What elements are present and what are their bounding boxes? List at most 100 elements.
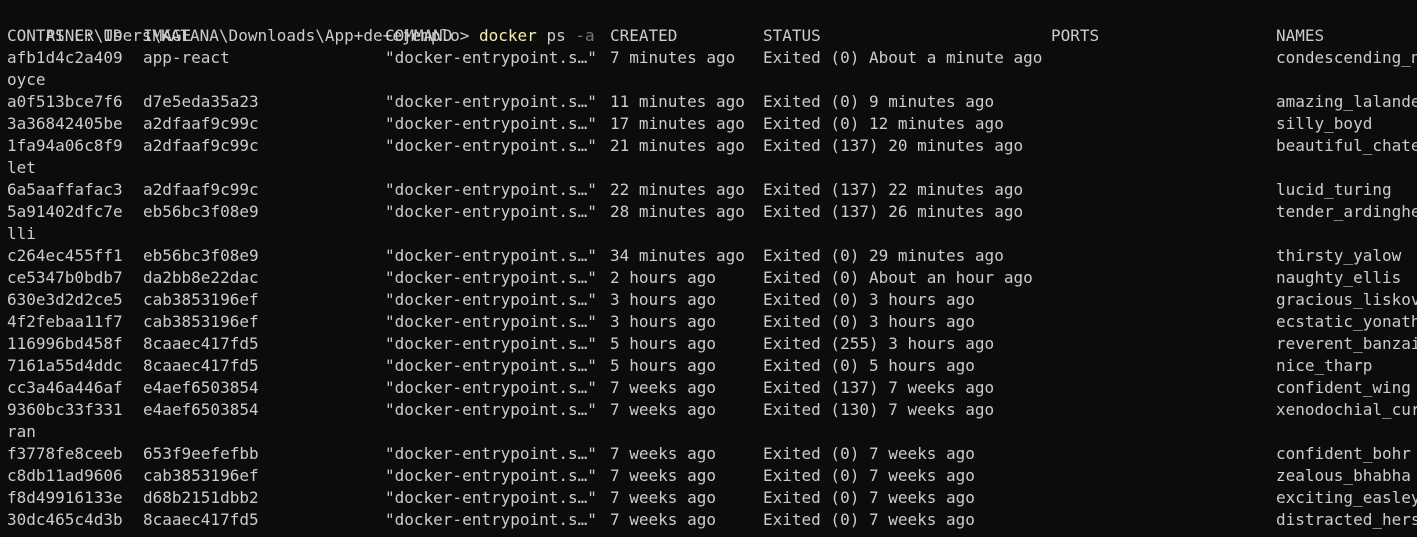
table-row: ce5347b0bdb7 da2bb8e22dac "docker-entrypoi… — [0, 267, 1417, 289]
created: 11 minutes ago — [610, 92, 745, 111]
created: 22 minutes ago — [610, 180, 745, 199]
command: "docker-entrypoint.s…" — [385, 114, 597, 133]
header-created: CREATED — [610, 26, 678, 45]
created: 7 weeks ago — [610, 444, 716, 463]
table-row: 6a5aaffafac3 a2dfaaf9c99c "docker-entrypoi… — [0, 179, 1417, 201]
image: 8caaec417fd5 — [143, 356, 259, 375]
status: Exited (137) 26 minutes ago — [763, 202, 1024, 221]
command: "docker-entrypoint.s…" — [385, 466, 597, 485]
created: 3 hours ago — [610, 312, 716, 331]
image: cab3853196ef — [143, 290, 259, 309]
table-row: 116996bd458f 8caaec417fd5 "docker-entrypoi… — [0, 333, 1417, 355]
container-name: naughty_ellis — [1276, 268, 1402, 287]
command: "docker-entrypoint.s…" — [385, 246, 597, 265]
container-name: confident_wing — [1276, 378, 1411, 397]
status: Exited (0) 9 minutes ago — [763, 92, 995, 111]
terminal-window[interactable]: PS C:\Users\KATANA\Downloads\App+de+ejem… — [0, 0, 1417, 537]
status: Exited (0) 3 hours ago — [763, 312, 975, 331]
image: a2dfaaf9c99c — [143, 114, 259, 133]
container-name: exciting_easley — [1276, 488, 1417, 507]
container-name: silly_boyd — [1276, 114, 1373, 133]
created: 2 hours ago — [610, 268, 716, 287]
container-name: lucid_turing — [1276, 180, 1392, 199]
status: Exited (0) 7 weeks ago — [763, 488, 975, 507]
container-id: 9360bc33f331 — [7, 400, 123, 419]
table-row: a0f513bce7f6 d7e5eda35a23 "docker-entrypoi… — [0, 91, 1417, 113]
table-row: 3a36842405be a2dfaaf9c99c "docker-entrypoi… — [0, 113, 1417, 135]
command: "docker-entrypoint.s…" — [385, 400, 597, 419]
container-id: a0f513bce7f6 — [7, 92, 123, 111]
container-name: thirsty_yalow — [1276, 246, 1402, 265]
table-row: 9360bc33f331 e4aef6503854 "docker-entrypoi… — [0, 399, 1417, 421]
created: 7 weeks ago — [610, 488, 716, 507]
container-id: 630e3d2d2ce5 — [7, 290, 123, 309]
table-row: 630e3d2d2ce5 cab3853196ef "docker-entrypoi… — [0, 289, 1417, 311]
image: a2dfaaf9c99c — [143, 136, 259, 155]
image: a2dfaaf9c99c — [143, 180, 259, 199]
status: Exited (0) About an hour ago — [763, 268, 1033, 287]
container-id: f8d49916133e — [7, 488, 123, 507]
image: d7e5eda35a23 — [143, 92, 259, 111]
container-name: condescending_n — [1276, 48, 1417, 67]
created: 34 minutes ago — [610, 246, 745, 265]
status: Exited (0) 7 weeks ago — [763, 466, 975, 485]
container-name: tender_ardinghe — [1276, 202, 1417, 221]
status: Exited (0) 12 minutes ago — [763, 114, 1004, 133]
container-id: 30dc465c4d3b — [7, 510, 123, 529]
table-row: 30dc465c4d3b 8caaec417fd5 "docker-entrypoi… — [0, 509, 1417, 531]
container-id: 4f2febaa11f7 — [7, 312, 123, 331]
command: "docker-entrypoint.s…" — [385, 488, 597, 507]
image: da2bb8e22dac — [143, 268, 259, 287]
name-wrap-continuation: ran — [7, 422, 36, 441]
container-id: 6a5aaffafac3 — [7, 180, 123, 199]
header-status: STATUS — [763, 26, 821, 45]
created: 7 weeks ago — [610, 400, 716, 419]
image: d68b2151dbb2 — [143, 488, 259, 507]
container-id: 116996bd458f — [7, 334, 123, 353]
container-name: zealous_bhabha — [1276, 466, 1411, 485]
table-row: f3778fe8ceeb 653f9eefefbb "docker-entrypoi… — [0, 443, 1417, 465]
name-wrap-continuation: oyce — [7, 70, 46, 89]
container-name: reverent_banzai — [1276, 334, 1417, 353]
table-row: 5a91402dfc7e eb56bc3f08e9 "docker-entrypoi… — [0, 201, 1417, 223]
container-id: 1fa94a06c8f9 — [7, 136, 123, 155]
container-id: afb1d4c2a409 — [7, 48, 123, 67]
table-row: cc3a46a446af e4aef6503854 "docker-entrypoi… — [0, 377, 1417, 399]
image: 8caaec417fd5 — [143, 510, 259, 529]
container-name: distracted_hers — [1276, 510, 1417, 529]
container-name: gracious_liskov — [1276, 290, 1417, 309]
image: eb56bc3f08e9 — [143, 202, 259, 221]
command: "docker-entrypoint.s…" — [385, 378, 597, 397]
header-ports: PORTS — [1051, 26, 1100, 45]
created: 28 minutes ago — [610, 202, 745, 221]
status: Exited (0) 7 weeks ago — [763, 444, 975, 463]
image: 653f9eefefbb — [143, 444, 259, 463]
created: 7 weeks ago — [610, 378, 716, 397]
table-row: 7161a55d4ddc 8caaec417fd5 "docker-entrypoi… — [0, 355, 1417, 377]
container-id: 7161a55d4ddc — [7, 356, 123, 375]
container-id: c8db11ad9606 — [7, 466, 123, 485]
container-name: nice_tharp — [1276, 356, 1373, 375]
status: Exited (0) 5 hours ago — [763, 356, 975, 375]
container-id: ce5347b0bdb7 — [7, 268, 123, 287]
status: Exited (137) 20 minutes ago — [763, 136, 1024, 155]
header-container-id: CONTAINER ID — [7, 26, 123, 45]
name-wrap-continuation: lli — [7, 224, 36, 243]
created: 7 minutes ago — [610, 48, 736, 67]
image: app-react — [143, 48, 230, 67]
status: Exited (137) 7 weeks ago — [763, 378, 995, 397]
command: "docker-entrypoint.s…" — [385, 334, 597, 353]
container-id: cc3a46a446af — [7, 378, 123, 397]
created: 17 minutes ago — [610, 114, 745, 133]
created: 7 weeks ago — [610, 466, 716, 485]
container-id: f3778fe8ceeb — [7, 444, 123, 463]
created: 5 hours ago — [610, 356, 716, 375]
table-header: CONTAINER ID IMAGE COMMAND CREATED STATU… — [0, 25, 1417, 47]
container-name: beautiful_chate — [1276, 136, 1417, 155]
table-row: afb1d4c2a409 app-react "docker-entrypoint.… — [0, 47, 1417, 69]
created: 3 hours ago — [610, 290, 716, 309]
command: "docker-entrypoint.s…" — [385, 136, 597, 155]
status: Exited (0) 7 weeks ago — [763, 510, 975, 529]
command: "docker-entrypoint.s…" — [385, 180, 597, 199]
status: Exited (0) 3 hours ago — [763, 290, 975, 309]
